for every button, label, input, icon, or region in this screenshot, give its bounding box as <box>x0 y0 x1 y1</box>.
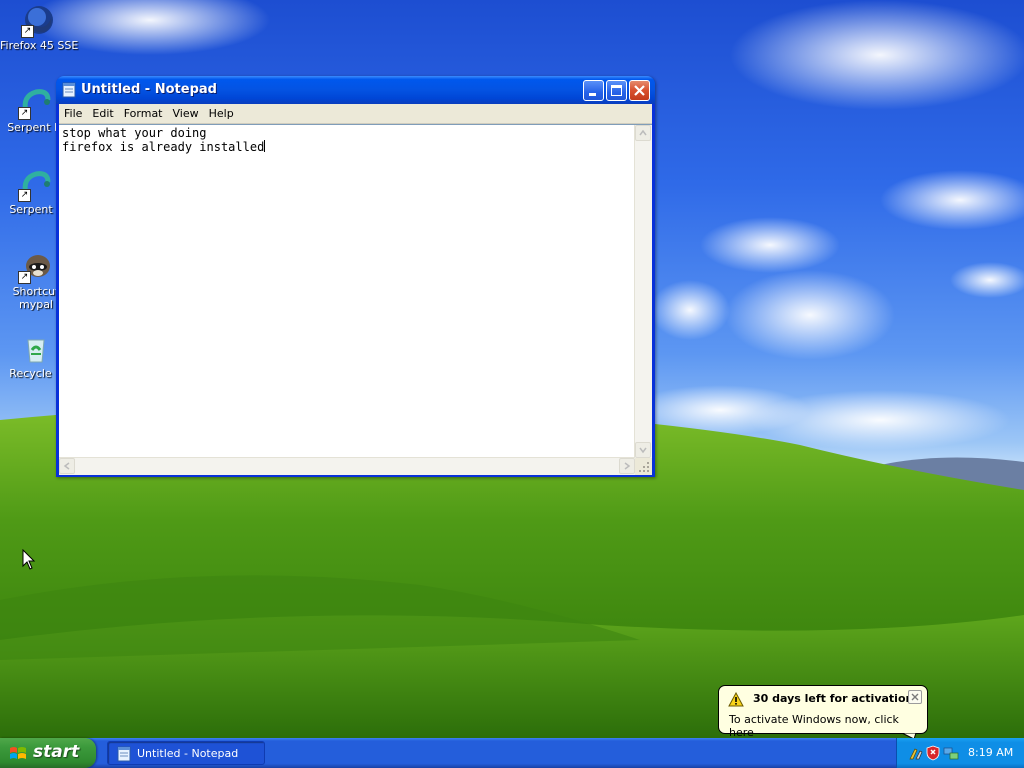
balloon-title: 30 days left for activation <box>753 692 914 705</box>
balloon-close-button[interactable] <box>908 690 922 704</box>
network-icon[interactable] <box>943 745 959 761</box>
maximize-button[interactable] <box>606 80 627 101</box>
activation-keys-icon[interactable] <box>907 745 923 761</box>
shortcut-arrow-icon: ↗ <box>18 271 31 284</box>
desktop: ↗ Firefox 45 SSE ↗ Serpent IA ↗ Serpent … <box>0 0 1024 738</box>
menu-view[interactable]: View <box>168 104 204 123</box>
windows-logo-icon <box>10 747 26 759</box>
balloon-link[interactable]: To activate Windows now, click here <box>729 713 927 738</box>
text-line: firefox is already installed <box>62 140 632 154</box>
clock[interactable]: 8:19 AM <box>968 746 1013 759</box>
close-button[interactable] <box>629 80 650 101</box>
scroll-left-button[interactable] <box>59 458 75 474</box>
serpent-icon: ↗ <box>18 168 52 202</box>
menu-file[interactable]: File <box>59 104 87 123</box>
text-area[interactable]: stop what your doing firefox is already i… <box>62 127 632 452</box>
desktop-icon-label: Firefox 45 SSE <box>0 39 79 52</box>
desktop-icon-firefox[interactable]: ↗ Firefox 45 SSE <box>0 4 78 52</box>
text-caret <box>264 140 266 152</box>
activation-balloon[interactable]: 30 days left for activation To activate … <box>718 685 928 738</box>
text-line-content: firefox is already installed <box>62 140 265 154</box>
taskbar-item-label: Untitled - Notepad <box>137 747 239 760</box>
mouse-cursor-icon <box>22 549 36 570</box>
raccoon-icon: ↗ <box>18 250 52 284</box>
window-titlebar[interactable]: Untitled - Notepad <box>56 76 655 104</box>
warning-icon <box>728 692 744 707</box>
window-title: Untitled - Notepad <box>81 82 217 97</box>
scroll-up-button[interactable] <box>635 125 651 141</box>
scroll-down-button[interactable] <box>635 442 651 458</box>
start-label: start <box>33 742 80 762</box>
text-line: stop what your doing <box>62 127 207 140</box>
system-tray: 8:19 AM <box>896 738 1024 768</box>
notepad-icon <box>62 82 76 98</box>
taskbar: start Untitled - Notepad 8:19 AM <box>0 738 1024 768</box>
vertical-scrollbar[interactable] <box>634 125 652 458</box>
notepad-window[interactable]: Untitled - Notepad File Edit Format View Hel… <box>56 76 655 477</box>
text-editor[interactable]: stop what your doing firefox is already i… <box>59 124 652 475</box>
recycle-bin-icon <box>20 332 52 364</box>
menu-edit[interactable]: Edit <box>87 104 118 123</box>
resize-grip-icon[interactable] <box>635 458 652 475</box>
firefox-icon: ↗ <box>21 4 55 38</box>
notepad-icon <box>117 746 131 762</box>
menu-help[interactable]: Help <box>204 104 239 123</box>
taskbar-item-notepad[interactable]: Untitled - Notepad <box>107 741 265 765</box>
shortcut-arrow-icon: ↗ <box>18 107 31 120</box>
security-shield-icon[interactable] <box>925 745 941 761</box>
shortcut-arrow-icon: ↗ <box>18 189 31 202</box>
window-body: File Edit Format View Help stop what your do… <box>59 104 652 475</box>
minimize-button[interactable] <box>583 80 604 101</box>
scroll-right-button[interactable] <box>619 458 635 474</box>
start-button[interactable]: start <box>0 738 96 768</box>
menu-format[interactable]: Format <box>119 104 168 123</box>
horizontal-scrollbar[interactable] <box>59 457 635 475</box>
serpent-icon: ↗ <box>18 86 52 120</box>
menu-bar: File Edit Format View Help <box>59 104 652 124</box>
shortcut-arrow-icon: ↗ <box>21 25 34 38</box>
